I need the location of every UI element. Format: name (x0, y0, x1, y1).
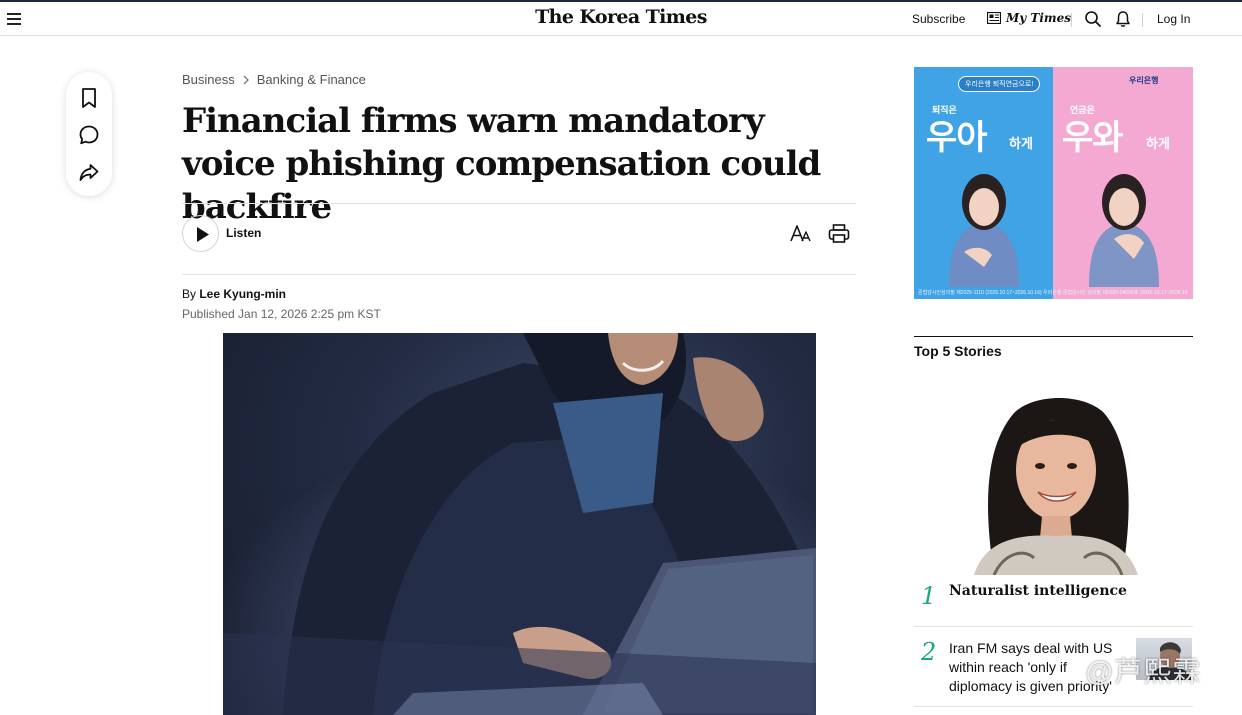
publish-date: Published Jan 12, 2026 2:25 pm KST (182, 307, 381, 321)
nav-divider (1142, 13, 1143, 27)
subscribe-link[interactable]: Subscribe (912, 12, 965, 26)
hooded-person-laptop-image (223, 333, 816, 715)
bell-icon[interactable] (1114, 10, 1132, 28)
byline: By Lee Kyung-min (182, 287, 286, 301)
login-link[interactable]: Log In (1157, 12, 1190, 26)
divider (914, 626, 1193, 627)
hamburger-menu-icon[interactable] (7, 13, 21, 25)
search-icon[interactable] (1084, 10, 1102, 28)
top-navigation: The Korea Times Subscribe My Times Log I… (0, 0, 1242, 36)
listen-label[interactable]: Listen (226, 226, 261, 240)
site-logo-link[interactable]: The Korea Times (535, 6, 707, 28)
ad-left-big: 우아 (926, 119, 988, 157)
ad-left-suffix: 하게 (1009, 136, 1033, 151)
newspaper-icon (987, 12, 1001, 24)
font-size-icon[interactable] (789, 222, 813, 246)
breadcrumb-section[interactable]: Business (182, 72, 235, 87)
ad-right-big: 우와 (1062, 119, 1124, 157)
article-side-toolbar (66, 72, 112, 196)
comment-icon[interactable] (77, 123, 101, 147)
ad-brand: 우리은행 (1129, 76, 1159, 85)
chevron-right-icon (243, 75, 249, 84)
story-1-title[interactable]: Naturalist intelligence (949, 583, 1127, 599)
bookmark-icon[interactable] (77, 86, 101, 110)
ad-models-image (949, 174, 1159, 287)
author-link[interactable]: Lee Kyung-min (199, 287, 286, 301)
columnist-portrait-image (974, 398, 1138, 575)
divider (182, 203, 856, 204)
watermark: @芦熙霖 (1085, 656, 1202, 687)
story-1-rank: 1 (921, 582, 937, 610)
ad-fine-print: 준법감시인심의필 제2025-1110 (2025.10.17~2026.10.… (918, 290, 1188, 296)
my-times-label: My Times (1006, 11, 1072, 25)
story-1-photo[interactable] (954, 388, 1158, 575)
breadcrumb-subsection[interactable]: Banking & Finance (257, 72, 366, 87)
advertisement-banner[interactable]: 우리은행 퇴직연금으로! 우리은행 퇴직은 우아 하게 연금은 우와 하게 준법… (914, 67, 1193, 299)
byline-prefix: By (182, 287, 200, 301)
divider (182, 274, 856, 275)
ad-pill: 우리은행 퇴직연금으로! (958, 76, 1041, 92)
divider (914, 706, 1193, 707)
share-icon[interactable] (77, 160, 101, 184)
breadcrumb: Business Banking & Finance (182, 72, 366, 87)
listen-play-button[interactable] (182, 215, 219, 252)
top-stories-rule (914, 336, 1193, 337)
play-icon (197, 227, 209, 242)
top-stories-title: Top 5 Stories (914, 343, 1002, 359)
nav-divider (1071, 13, 1072, 27)
ad-right-suffix: 하게 (1146, 136, 1170, 151)
story-2-rank: 2 (921, 638, 937, 666)
my-times-link[interactable]: My Times (987, 11, 1071, 25)
print-icon[interactable] (827, 222, 851, 246)
article-hero-image (223, 333, 816, 715)
article-headline: Financial firms warn mandatory voice phi… (182, 101, 821, 227)
